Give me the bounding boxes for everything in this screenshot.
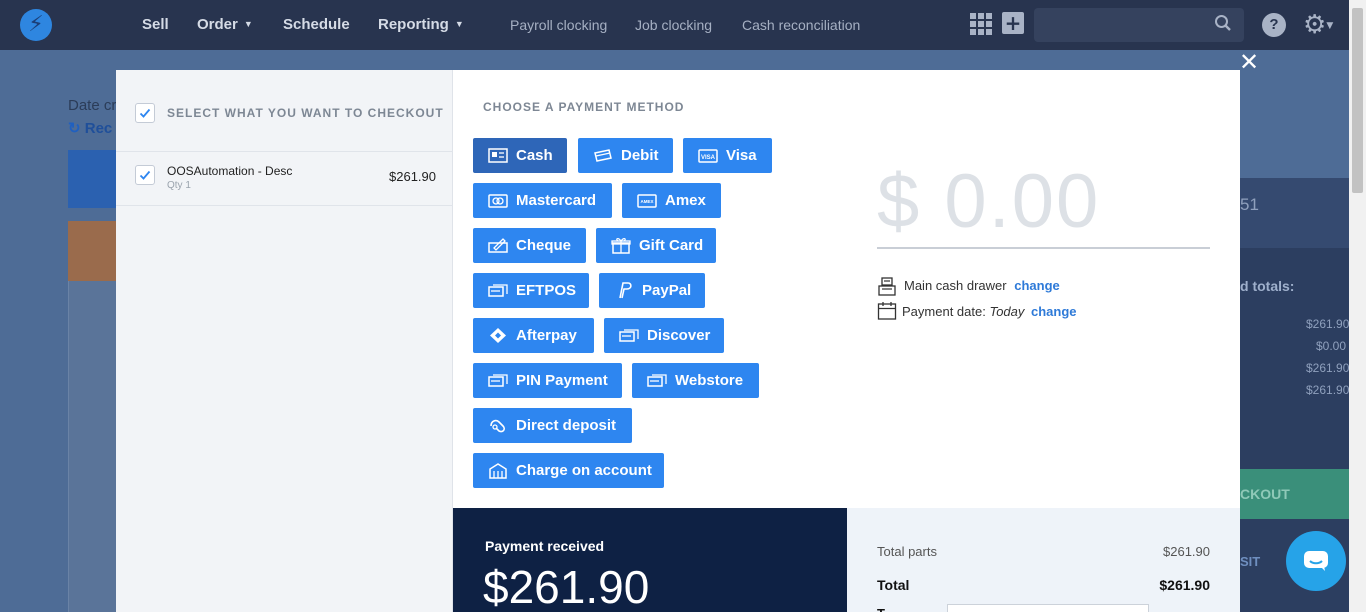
bg-customer-card [68, 150, 118, 208]
payment-amex-button[interactable]: AMEX Amex [622, 183, 721, 218]
cheque-icon [488, 238, 508, 253]
chat-bubble-icon [1304, 551, 1328, 571]
payment-charge-on-account-button[interactable]: Charge on account [473, 453, 664, 488]
payment-mastercard-button[interactable]: Mastercard [473, 183, 612, 218]
payment-pin-payment-button[interactable]: PIN Payment [473, 363, 622, 398]
payment-received-label: Payment received [485, 538, 605, 554]
payment-cheque-button[interactable]: Cheque [473, 228, 586, 263]
total-value: $261.90 [1159, 577, 1210, 593]
gift-card-icon [611, 238, 631, 254]
direct-deposit-icon [490, 419, 506, 433]
webstore-icon [647, 374, 667, 387]
search-input[interactable] [1034, 8, 1244, 42]
payment-paypal-button[interactable]: PayPal [599, 273, 705, 308]
total-parts-value: $261.90 [1163, 544, 1210, 559]
chat-button[interactable] [1286, 531, 1346, 591]
cash-register-icon [878, 277, 896, 296]
nav-payroll-clocking[interactable]: Payroll clocking [510, 17, 607, 33]
svg-text:AMEX: AMEX [640, 199, 653, 204]
total-label: Total [877, 577, 910, 593]
amount-underline [877, 247, 1210, 249]
nav-sell[interactable]: Sell [142, 16, 169, 33]
close-icon[interactable]: ✕ [1239, 50, 1259, 74]
paypal-icon [619, 282, 632, 299]
item-qty: Qty 1 [167, 180, 191, 191]
gear-icon[interactable]: ⚙▼ [1303, 10, 1343, 40]
divider [116, 151, 453, 152]
pin-payment-icon [488, 374, 508, 387]
payment-visa-button[interactable]: VISA Visa [683, 138, 772, 173]
afterpay-icon [490, 328, 506, 343]
item-checkbox[interactable] [135, 165, 155, 185]
nav-schedule[interactable]: Schedule [283, 16, 350, 33]
payment-discover-button[interactable]: Discover [604, 318, 724, 353]
top-navbar: ⚡ Sell Order ▼ Schedule Reporting ▼ Payrol… [0, 0, 1366, 50]
payment-amount-input[interactable]: $ 0.00 [877, 158, 1100, 245]
totals-panel: Total parts $261.90 Total $261.90 T [847, 508, 1240, 612]
svg-text:VISA: VISA [701, 155, 716, 161]
payment-webstore-button[interactable]: Webstore [632, 363, 759, 398]
caret-down-icon: ▼ [454, 19, 464, 29]
item-price: $261.90 [389, 169, 436, 184]
page-scrollbar[interactable] [1349, 0, 1366, 612]
tendered-label: T [877, 606, 885, 612]
nav-order[interactable]: Order ▼ [197, 16, 253, 33]
payment-received-panel: Payment received $261.90 [453, 508, 847, 612]
payment-method-title: CHOOSE A PAYMENT METHOD [483, 100, 685, 114]
nav-job-clocking[interactable]: Job clocking [635, 17, 712, 33]
amex-icon: AMEX [637, 194, 657, 208]
bg-checkout-button: CKOUT [1240, 469, 1349, 519]
search-icon[interactable] [1214, 14, 1232, 32]
select-all-checkbox[interactable] [135, 103, 155, 123]
change-date-link[interactable]: change [1031, 304, 1077, 319]
total-parts-label: Total parts [877, 544, 937, 559]
nav-reporting[interactable]: Reporting ▼ [378, 16, 464, 33]
bg-side-panel [68, 281, 118, 612]
caret-down-icon: ▼ [243, 19, 253, 29]
nav-cash-reconciliation[interactable]: Cash reconciliation [742, 17, 860, 33]
payment-date-row: Payment date: Today change [902, 304, 1077, 319]
payment-eftpos-button[interactable]: EFTPOS [473, 273, 589, 308]
payment-direct-deposit-button[interactable]: Direct deposit [473, 408, 632, 443]
debit-card-icon [594, 149, 612, 162]
payment-debit-button[interactable]: Debit [578, 138, 673, 173]
payment-received-value: $261.90 [483, 561, 650, 612]
bg-tag-card [68, 221, 118, 281]
payment-cash-button[interactable]: Cash [473, 138, 567, 173]
payment-afterpay-button[interactable]: Afterpay [473, 318, 594, 353]
payment-date-value: Today [989, 304, 1025, 319]
charge-account-icon [489, 463, 507, 479]
mastercard-icon [488, 194, 508, 208]
visa-icon: VISA [698, 149, 718, 163]
change-drawer-link[interactable]: change [1014, 278, 1060, 293]
checkout-panel-header: SELECT WHAT YOU WANT TO CHECKOUT [167, 106, 444, 120]
discover-icon [619, 329, 639, 342]
cash-drawer-row: Main cash drawer change [904, 278, 1060, 293]
bg-date-label: Date cr [68, 97, 117, 114]
item-name: OOSAutomation - Desc [167, 164, 293, 178]
eftpos-icon [488, 284, 508, 297]
calendar-icon [877, 302, 897, 320]
divider [116, 205, 453, 206]
bg-recent-link: ↻ Rec [68, 120, 113, 137]
payment-gift-card-button[interactable]: Gift Card [596, 228, 716, 263]
help-icon[interactable]: ? [1262, 13, 1286, 37]
lightning-logo-icon[interactable]: ⚡ [20, 9, 52, 41]
tendered-input[interactable] [947, 604, 1149, 612]
plus-icon[interactable]: + [1002, 12, 1024, 34]
apps-grid-icon[interactable] [970, 13, 992, 35]
cash-icon [488, 148, 508, 163]
